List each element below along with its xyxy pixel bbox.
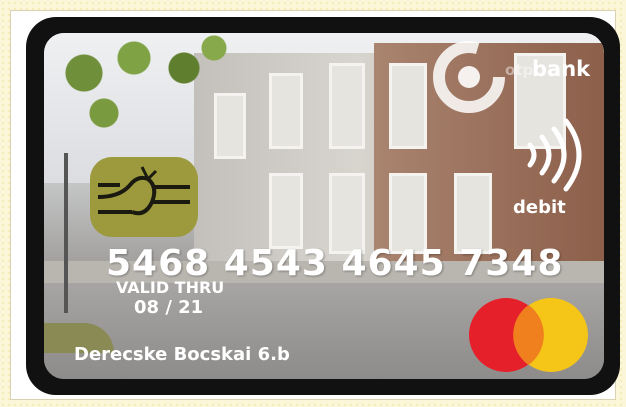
mastercard-logo-icon [466,296,591,374]
card-type-label: debit [513,197,566,218]
valid-thru-label: VALID THRU [116,278,225,297]
chip-icon [90,157,198,237]
bank-prefix-text: otp [505,61,534,79]
cardholder-name: Derecske Bocskai 6.b [74,344,290,365]
bank-name-text: bank [532,57,591,81]
otp-logo-icon [432,40,506,114]
contactless-icon [522,115,584,195]
expiry-date: 08 / 21 [134,297,204,318]
